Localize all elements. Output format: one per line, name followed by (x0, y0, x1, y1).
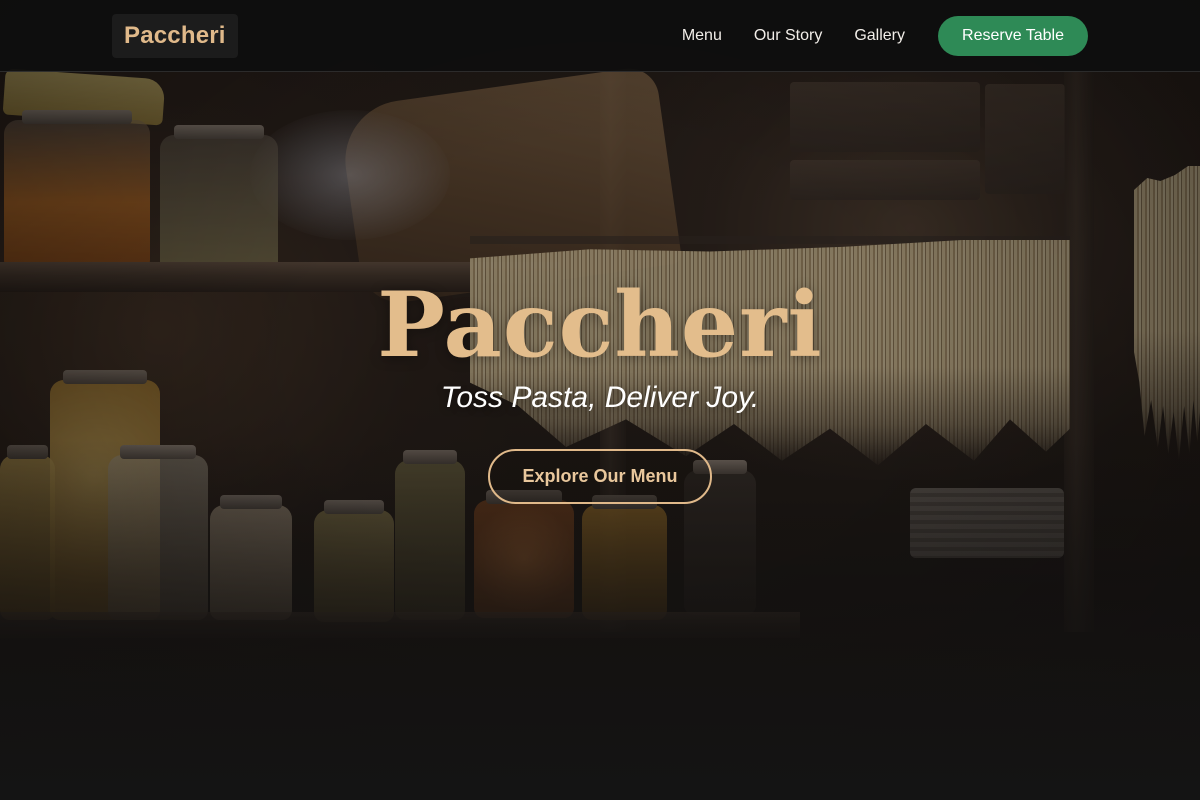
reserve-table-button[interactable]: Reserve Table (938, 15, 1088, 56)
main-nav: Menu Our Story Gallery Reserve Table (682, 15, 1088, 56)
nav-link-our-story[interactable]: Our Story (754, 27, 822, 45)
hero-title: Paccheri (377, 272, 823, 378)
explore-menu-button[interactable]: Explore Our Menu (488, 448, 712, 504)
site-logo[interactable]: Paccheri (112, 13, 238, 58)
hero-tagline: Toss Pasta, Deliver Joy. (440, 380, 760, 414)
site-header: Paccheri Menu Our Story Gallery Reserve … (0, 0, 1200, 72)
hero-content: Paccheri Toss Pasta, Deliver Joy. Explor… (0, 278, 1200, 504)
nav-link-menu[interactable]: Menu (682, 27, 722, 45)
nav-link-gallery[interactable]: Gallery (854, 27, 905, 45)
